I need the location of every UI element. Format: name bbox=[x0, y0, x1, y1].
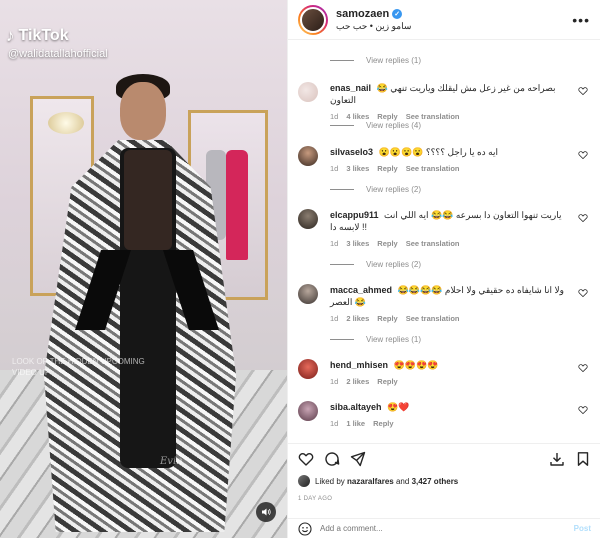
comment-username[interactable]: macca_ahmed bbox=[330, 285, 392, 295]
add-comment-bar: Post bbox=[288, 518, 600, 538]
video-overlay-text: LOOK OF THE HIDDEN UPCOMING VIDEO UP bbox=[12, 357, 145, 377]
author-subtitle[interactable]: سامو زين • حب حب bbox=[336, 21, 572, 32]
post-header: samozaen ✓ سامو زين • حب حب ••• bbox=[288, 0, 600, 40]
comment-item: enas_nail 😂 بصراحه من غير زعل مش ليقلك و… bbox=[298, 82, 594, 121]
comment-text: 😍❤️ bbox=[387, 402, 410, 412]
see-translation-link[interactable]: See translation bbox=[406, 238, 460, 250]
comment-likes[interactable]: 2 likes bbox=[346, 376, 369, 388]
comment-item: macca_ahmed 😂😂😂😂 ولا انا شايفاه ده حقيقي… bbox=[298, 284, 594, 330]
reply-button[interactable]: Reply bbox=[377, 238, 397, 250]
author-info: samozaen ✓ سامو زين • حب حب bbox=[336, 8, 572, 32]
add-comment-input[interactable] bbox=[320, 524, 566, 533]
comment-item: siba.altayeh 😍❤️ 1d 1 like Reply bbox=[298, 401, 594, 431]
divider-line bbox=[330, 60, 354, 61]
view-replies-link[interactable]: View replies (4) bbox=[330, 121, 421, 130]
comment-item: hend_mhisen 😍😍😍😍 1d 2 likes Reply bbox=[298, 359, 594, 389]
like-comment-heart-icon[interactable] bbox=[578, 150, 588, 160]
bookmark-icon[interactable] bbox=[575, 451, 591, 467]
comment-text: 😍😍😍😍 bbox=[393, 360, 439, 370]
comment-likes[interactable]: 2 likes bbox=[346, 313, 369, 325]
author-avatar-ring[interactable] bbox=[298, 4, 328, 35]
designer-signature: Evin bbox=[160, 456, 183, 467]
comment-likes[interactable]: 3 likes bbox=[346, 238, 369, 250]
share-send-icon[interactable] bbox=[350, 451, 366, 467]
liked-by-prefix: Liked by bbox=[315, 476, 345, 486]
liked-by-and: and bbox=[395, 476, 410, 486]
view-replies-link[interactable]: View replies (2) bbox=[330, 260, 421, 269]
commenter-avatar[interactable] bbox=[298, 359, 318, 379]
instagram-post-modal: ♪ TikTok @walidatallahofficial LOOK OF T… bbox=[0, 0, 600, 538]
reply-button[interactable]: Reply bbox=[377, 376, 397, 388]
author-username[interactable]: samozaen bbox=[336, 8, 389, 20]
comment-likes[interactable]: 3 likes bbox=[346, 163, 369, 175]
tiktok-note-icon: ♪ bbox=[6, 26, 15, 45]
post-sidebar: samozaen ✓ سامو زين • حب حب ••• View rep… bbox=[287, 0, 600, 538]
comment-username[interactable]: siba.altayeh bbox=[330, 402, 382, 412]
post-action-bar bbox=[288, 443, 600, 473]
post-comment-button[interactable]: Post bbox=[574, 524, 591, 533]
comment-time: 1d bbox=[330, 164, 339, 173]
sheer-top bbox=[124, 150, 172, 250]
comment-time: 1d bbox=[330, 239, 339, 248]
face bbox=[120, 82, 166, 140]
liker-avatar[interactable] bbox=[298, 475, 310, 487]
comment-likes[interactable]: 1 like bbox=[346, 418, 365, 430]
divider-line bbox=[330, 125, 354, 126]
comment-username[interactable]: hend_mhisen bbox=[330, 360, 388, 370]
reply-button[interactable]: Reply bbox=[377, 163, 397, 175]
commenter-avatar[interactable] bbox=[298, 146, 318, 166]
comment-item: silvaselo3 😮😮😮😮 ايه ده يا راجل ؟؟؟؟ 1d 3… bbox=[298, 146, 594, 180]
save-download-icon[interactable] bbox=[549, 451, 565, 467]
comment-time: 1d bbox=[330, 377, 339, 386]
likes-summary: Liked by nazaralfares and 3,427 others bbox=[298, 475, 458, 487]
commenter-avatar[interactable] bbox=[298, 82, 318, 102]
comment-item: elcappu911 ياريت تنهوا التعاون دا بسرعه … bbox=[298, 209, 594, 255]
like-comment-heart-icon[interactable] bbox=[578, 288, 588, 298]
verified-badge-icon: ✓ bbox=[392, 8, 403, 19]
more-options-icon[interactable]: ••• bbox=[572, 12, 590, 28]
comment-time: 1d bbox=[330, 419, 339, 428]
comments-list: View replies (1) enas_nail 😂 بصراحه من غ… bbox=[288, 40, 600, 443]
author-avatar[interactable] bbox=[300, 6, 326, 33]
likes-others-count[interactable]: 3,427 others bbox=[412, 477, 459, 486]
like-comment-heart-icon[interactable] bbox=[578, 405, 588, 415]
post-media[interactable]: ♪ TikTok @walidatallahofficial LOOK OF T… bbox=[0, 0, 287, 538]
like-comment-heart-icon[interactable] bbox=[578, 363, 588, 373]
comment-time: 1d bbox=[330, 314, 339, 323]
commenter-avatar[interactable] bbox=[298, 401, 318, 421]
reply-button[interactable]: Reply bbox=[373, 418, 393, 430]
tiktok-handle: @walidatallahofficial bbox=[8, 48, 108, 60]
comment-username[interactable]: silvaselo3 bbox=[330, 147, 373, 157]
divider-line bbox=[330, 189, 354, 190]
commenter-avatar[interactable] bbox=[298, 209, 318, 229]
see-translation-link[interactable]: See translation bbox=[406, 163, 460, 175]
divider-line bbox=[330, 264, 354, 265]
comment-username[interactable]: enas_nail bbox=[330, 83, 371, 93]
comment-username[interactable]: elcappu911 bbox=[330, 210, 379, 220]
tiktok-watermark: ♪ TikTok bbox=[6, 26, 69, 46]
divider-line bbox=[330, 339, 354, 340]
mute-toggle-icon[interactable] bbox=[256, 502, 276, 522]
view-replies-link[interactable]: View replies (2) bbox=[330, 185, 421, 194]
view-replies-link[interactable]: View replies (1) bbox=[330, 335, 421, 344]
post-timestamp[interactable]: 1 DAY AGO bbox=[298, 496, 332, 502]
video-frame bbox=[0, 0, 287, 538]
like-heart-icon[interactable] bbox=[298, 451, 314, 467]
emoji-icon[interactable] bbox=[298, 521, 312, 536]
comment-text: 😮😮😮😮 ايه ده يا راجل ؟؟؟؟ bbox=[378, 147, 499, 157]
reply-button[interactable]: Reply bbox=[377, 313, 397, 325]
comment-bubble-icon[interactable] bbox=[324, 451, 340, 467]
chandelier bbox=[48, 112, 84, 134]
like-comment-heart-icon[interactable] bbox=[578, 213, 588, 223]
liked-by-user[interactable]: nazaralfares bbox=[347, 477, 394, 486]
see-translation-link[interactable]: See translation bbox=[406, 313, 460, 325]
commenter-avatar[interactable] bbox=[298, 284, 318, 304]
view-replies-link[interactable]: View replies (1) bbox=[330, 56, 421, 65]
hanging-dress-pink bbox=[226, 150, 248, 260]
like-comment-heart-icon[interactable] bbox=[578, 86, 588, 96]
tiktok-brand-text: TikTok bbox=[18, 27, 69, 44]
